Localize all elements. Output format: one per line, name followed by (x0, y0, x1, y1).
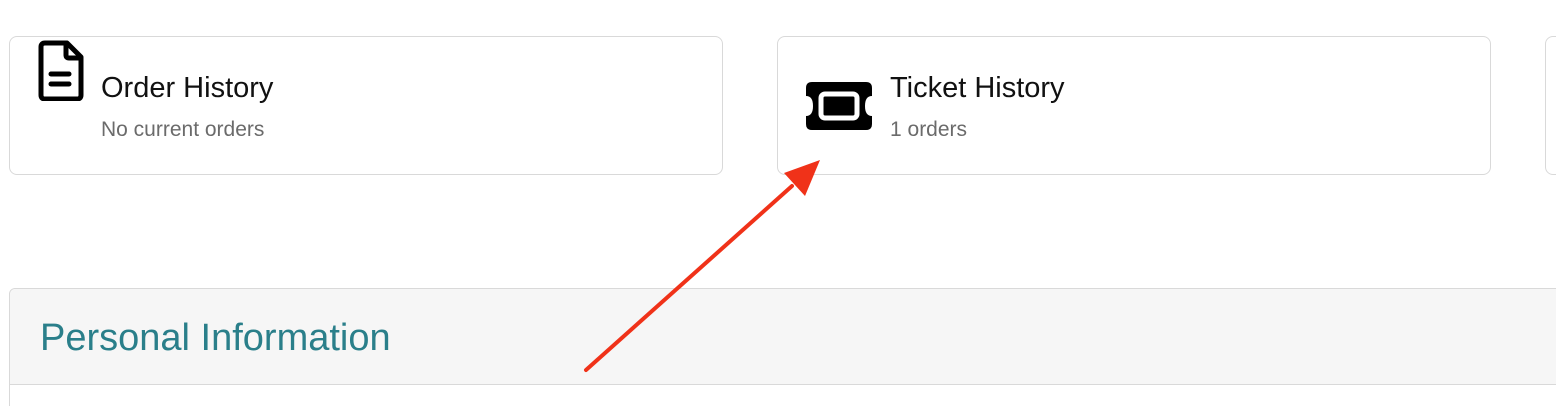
document-icon (38, 40, 84, 101)
order-history-subtitle: No current orders (101, 118, 265, 141)
personal-information-section: Personal Information (9, 288, 1556, 406)
personal-information-title: Personal Information (40, 317, 391, 359)
personal-information-header: Personal Information (10, 289, 1556, 385)
order-history-card[interactable]: Order History No current orders (9, 36, 723, 175)
ticket-history-subtitle: 1 orders (890, 118, 968, 141)
ticket-history-title: Ticket History (890, 72, 1065, 104)
partial-card[interactable] (1545, 36, 1556, 175)
ticket-icon (806, 82, 872, 130)
order-history-title: Order History (101, 72, 274, 104)
account-page: Order History No current orders Ticket H… (0, 0, 1556, 406)
ticket-history-card[interactable]: Ticket History 1 orders (777, 36, 1491, 175)
